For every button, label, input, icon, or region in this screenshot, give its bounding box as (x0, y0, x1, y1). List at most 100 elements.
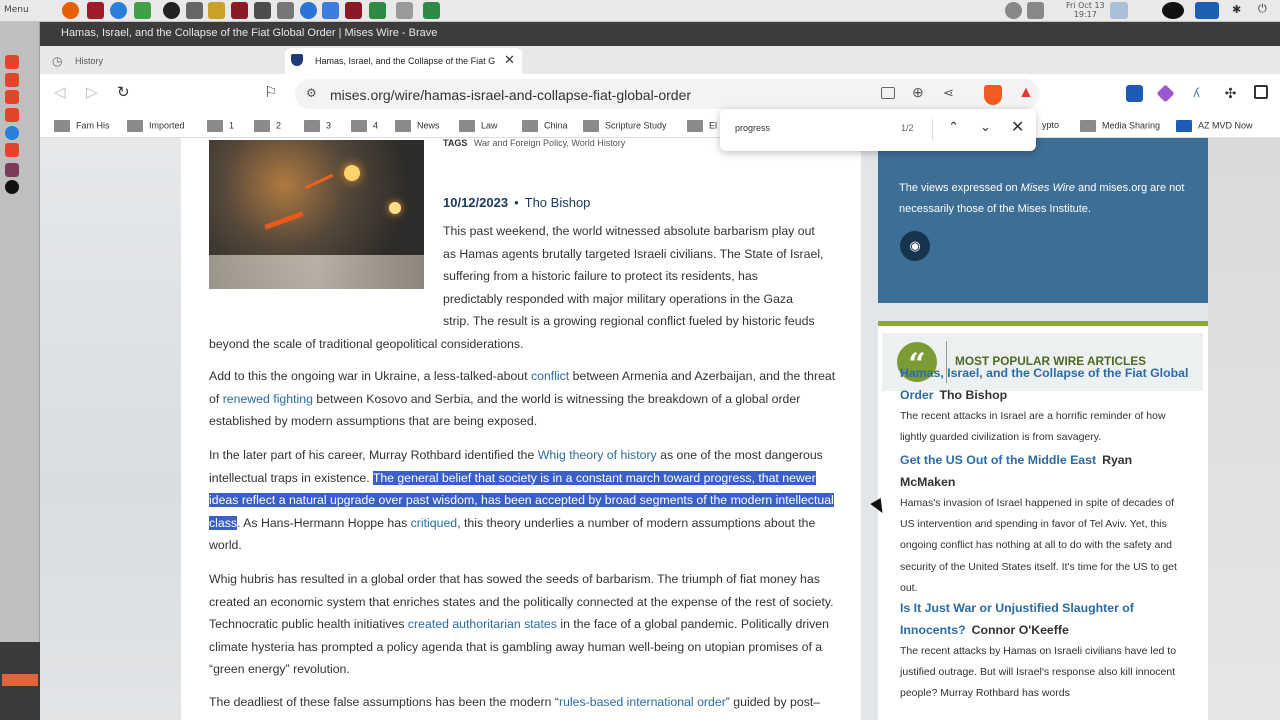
zoom-icon[interactable]: ⊕ (912, 84, 924, 101)
bookmark-label: 4 (373, 120, 379, 131)
bookmark-link[interactable]: AZ MVD Now (1176, 120, 1253, 132)
paragraph-text: The deadliest of these false assumptions… (209, 695, 559, 709)
bookmark-icon[interactable]: ⚐ (264, 85, 277, 101)
article: TAGS War and Foreign Policy, World Histo… (181, 138, 861, 720)
app-launcher-icon[interactable] (254, 2, 271, 19)
extensions-puzzle-icon[interactable]: ✣ (1222, 85, 1239, 102)
link-conflict[interactable]: conflict (531, 369, 569, 383)
forward-icon[interactable]: ▷ (86, 85, 98, 101)
close-icon[interactable]: ✕ (1011, 117, 1024, 137)
bluetooth-icon[interactable]: ✱ (1232, 3, 1241, 16)
bookmark-folder[interactable]: Fam His (54, 120, 110, 132)
app-icon[interactable] (5, 163, 19, 177)
disclaimer-emphasis: Mises Wire (1020, 182, 1075, 194)
obs-icon[interactable] (163, 2, 180, 19)
extension-icon[interactable] (1126, 85, 1143, 102)
bookmark-label: Media Sharing (1102, 120, 1161, 131)
bookmark-folder[interactable]: Imported (127, 120, 185, 132)
popular-article-title[interactable]: Get the US Out of the Middle East Ryan Mc… (900, 449, 1190, 493)
link-whig-theory[interactable]: Whig theory of history (538, 448, 657, 462)
os-menu-button[interactable]: Menu (4, 5, 29, 15)
bookmark-folder[interactable]: ypto (1042, 120, 1059, 130)
bookmark-label: 1 (229, 120, 235, 131)
extension-icon[interactable] (1156, 84, 1175, 103)
app-launcher-icon[interactable] (396, 2, 413, 19)
spreadsheet-icon[interactable] (369, 2, 386, 19)
reload-icon[interactable]: ↻ (117, 85, 130, 101)
bookmark-label: 2 (276, 120, 282, 131)
link-rules-based-order[interactable]: rules-based international order (559, 695, 726, 709)
find-match-count: 1/2 (901, 123, 914, 133)
bookmark-folder[interactable]: 3 (304, 120, 331, 132)
bookmark-label: Fam His (76, 120, 110, 131)
brave-icon[interactable] (5, 108, 19, 122)
app-launcher-icon[interactable] (134, 2, 151, 19)
chromium-icon[interactable] (110, 2, 127, 19)
popular-article-item: Hamas, Israel, and the Collapse of the F… (900, 362, 1190, 448)
app-launcher-icon[interactable] (87, 2, 104, 19)
brave-shield-icon[interactable] (984, 85, 1002, 105)
brave-icon[interactable] (5, 143, 19, 157)
folder-icon (583, 120, 599, 132)
back-icon[interactable]: ◁ (54, 85, 66, 101)
microphone-icon[interactable] (1005, 2, 1022, 19)
article-paragraph: This past weekend, the world witnessed a… (209, 220, 839, 355)
spreadsheet-icon[interactable] (423, 2, 440, 19)
bookmark-folder[interactable]: News (395, 120, 440, 132)
rss-icon[interactable]: ◉ (900, 231, 930, 261)
reader-icon[interactable] (881, 87, 895, 99)
keyboard-layout-icon[interactable] (1110, 2, 1128, 19)
bookmark-folder[interactable]: 2 (254, 120, 281, 132)
popular-article-title-text[interactable]: Get the US Out of the Middle East (900, 453, 1096, 467)
folder-icon (395, 120, 411, 132)
app-launcher-icon[interactable] (208, 2, 225, 19)
link-renewed-fighting[interactable]: renewed fighting (223, 392, 313, 406)
bookmark-folder[interactable]: 4 (351, 120, 378, 132)
bookmark-folder[interactable]: Scripture Study (583, 120, 667, 132)
disclaimer-box: The views expressed on Mises Wire and mi… (878, 138, 1208, 303)
link-critiqued[interactable]: critiqued (411, 516, 457, 530)
bookmark-folder[interactable]: China (522, 120, 568, 132)
popular-article-title[interactable]: Hamas, Israel, and the Collapse of the F… (900, 362, 1190, 406)
app-launcher-icon[interactable] (345, 2, 362, 19)
firefox-icon[interactable] (62, 2, 79, 19)
sidebar-toggle-icon[interactable] (1254, 85, 1268, 99)
rewards-icon[interactable]: ▲ (1018, 84, 1034, 102)
app-launcher-icon[interactable] (231, 2, 248, 19)
bookmark-folder[interactable]: El (687, 120, 717, 132)
close-icon[interactable]: ✕ (504, 52, 515, 68)
power-icon[interactable]: ⏻ (1258, 3, 1267, 16)
brave-icon[interactable] (5, 73, 19, 87)
chevron-up-icon[interactable]: ⌃ (948, 119, 959, 135)
link-authoritarian-states[interactable]: created authoritarian states (408, 617, 557, 631)
hp-icon[interactable] (1195, 2, 1219, 19)
popular-article-item: Get the US Out of the Middle East Ryan Mc… (900, 449, 1190, 599)
bookmark-folder[interactable]: Media Sharing (1080, 120, 1160, 132)
address-bar[interactable]: ⚙ mises.org/wire/hamas-israel-and-collap… (295, 79, 1040, 109)
files-icon[interactable] (186, 2, 203, 19)
popular-article-summary: The recent attacks in Israel are a horri… (900, 410, 1166, 444)
tab-history[interactable]: ◷ History (45, 48, 285, 74)
tab-mises-article[interactable]: Hamas, Israel, and the Collapse of the F… (285, 48, 522, 74)
volume-icon[interactable] (1027, 2, 1044, 19)
share-icon[interactable]: ⋖ (943, 85, 954, 101)
bookmark-folder[interactable]: 1 (207, 120, 234, 132)
help-icon[interactable] (300, 2, 317, 19)
article-author[interactable]: Tho Bishop (525, 195, 591, 210)
document-icon[interactable] (322, 2, 339, 19)
url-text[interactable]: mises.org/wire/hamas-israel-and-collapse… (330, 87, 691, 103)
tags-list[interactable]: War and Foreign Policy, World History (474, 138, 625, 148)
popular-article-title[interactable]: Is It Just War or Unjustified Slaughter … (900, 597, 1190, 641)
obs-icon[interactable] (1162, 2, 1184, 19)
chevron-down-icon[interactable]: ⌄ (980, 119, 991, 135)
find-input[interactable]: progress (735, 123, 770, 133)
chromium-icon[interactable] (5, 126, 19, 140)
workspace-switcher[interactable] (0, 642, 40, 720)
obs-icon[interactable] (5, 180, 19, 194)
bookmark-folder[interactable]: Law (459, 120, 498, 132)
translate-icon[interactable]: ʎ (1188, 85, 1205, 102)
brave-icon[interactable] (5, 90, 19, 104)
app-launcher-icon[interactable] (277, 2, 294, 19)
tune-icon[interactable]: ⚙ (306, 86, 317, 100)
brave-icon[interactable] (5, 55, 19, 69)
